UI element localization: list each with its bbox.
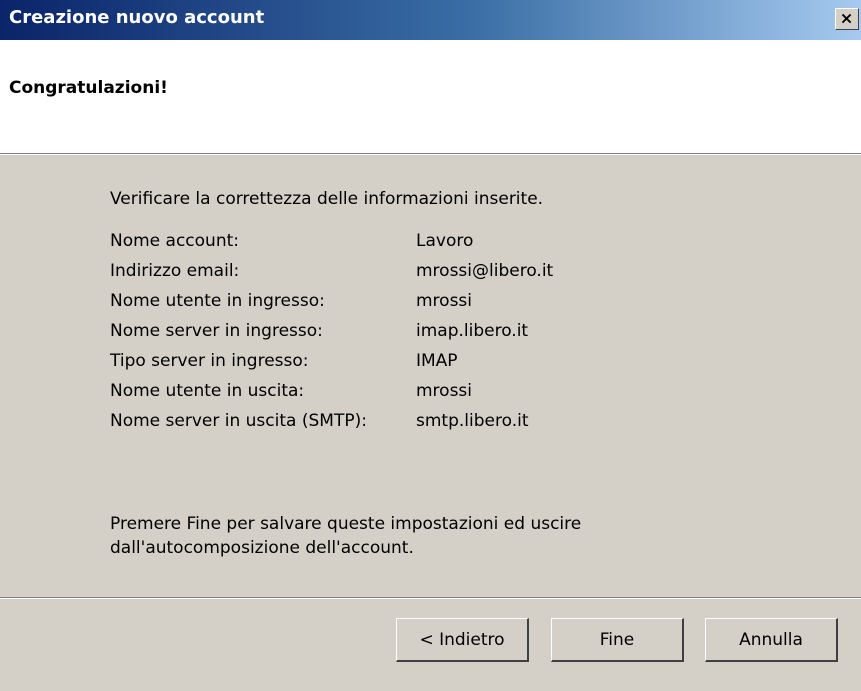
finish-instructions: Premere Fine per salvare queste impostaz… — [110, 512, 710, 560]
intro-text: Verificare la correttezza delle informaz… — [110, 189, 544, 209]
info-value: imap.libero.it — [416, 321, 529, 341]
back-button[interactable]: < Indietro — [396, 618, 529, 662]
close-button[interactable] — [835, 8, 859, 30]
info-value: mrossi — [416, 381, 473, 401]
finish-button[interactable]: Fine — [551, 618, 684, 662]
info-value: mrossi@libero.it — [416, 261, 554, 281]
info-label: Nome account: — [110, 231, 239, 251]
info-value: Lavoro — [416, 231, 474, 251]
window-title: Creazione nuovo account — [9, 7, 265, 28]
finish-instructions-line1: Premere Fine per salvare queste impostaz… — [110, 514, 582, 534]
info-value: IMAP — [416, 351, 458, 371]
finish-instructions-line2: dall'autocomposizione dell'account. — [110, 538, 414, 558]
info-label: Nome utente in uscita: — [110, 381, 305, 401]
info-label: Nome server in uscita (SMTP): — [110, 411, 367, 431]
info-label: Tipo server in ingresso: — [110, 351, 309, 371]
cancel-button[interactable]: Annulla — [705, 618, 838, 662]
footer-divider — [0, 597, 861, 599]
account-wizard-dialog: Creazione nuovo account Congratulazioni!… — [0, 0, 861, 691]
title-bar[interactable]: Creazione nuovo account — [0, 0, 861, 40]
info-value: smtp.libero.it — [416, 411, 529, 431]
info-label: Nome utente in ingresso: — [110, 291, 325, 311]
close-icon — [841, 13, 852, 24]
wizard-header: Congratulazioni! — [0, 40, 861, 153]
info-label: Indirizzo email: — [110, 261, 240, 281]
info-value: mrossi — [416, 291, 473, 311]
header-divider — [0, 153, 861, 155]
page-title: Congratulazioni! — [9, 78, 168, 98]
info-label: Nome server in ingresso: — [110, 321, 323, 341]
